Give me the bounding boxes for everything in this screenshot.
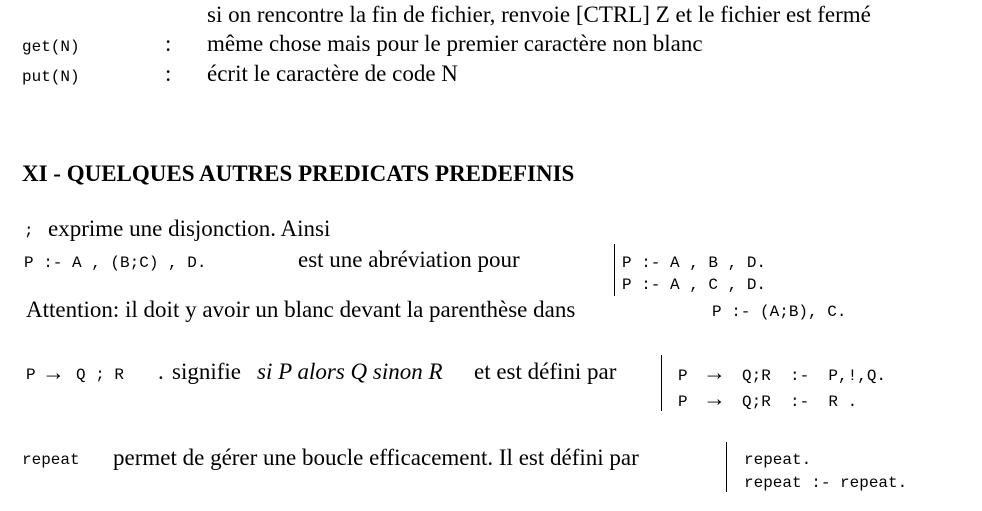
- disjunction-intro: exprime une disjonction. Ainsi: [48, 216, 331, 241]
- section-title: XI - QUELQUES AUTRES PREDICATS PREDEFINI…: [22, 161, 575, 186]
- ite-defined-text: et est défini par: [474, 359, 617, 384]
- continuation-line: si on rencontre la fin de fichier, renvo…: [207, 2, 871, 27]
- disjunction-example-code: P :- A , (B;C) , D.: [24, 254, 207, 272]
- ite-dot: .: [158, 359, 164, 384]
- ite-signifie: signifie: [172, 359, 241, 384]
- ite-arrow: →: [42, 360, 65, 385]
- ite-def-arrow-1: →: [703, 360, 726, 385]
- ite-code-rest: Q ; R: [76, 366, 125, 384]
- put-description: écrit le caractère de code N: [207, 61, 458, 86]
- definition-bar: [726, 442, 727, 492]
- definition-bar: [614, 244, 615, 296]
- repeat-description: permet de gérer une boucle efficacement.…: [113, 445, 639, 470]
- disjunction-abbrev-text: est une abréviation pour: [298, 247, 520, 272]
- definition-bar: [661, 355, 662, 411]
- ite-def-rest-2: Q;R :- R .: [742, 393, 858, 411]
- get-code: get(N): [22, 38, 80, 56]
- ite-def-head-1: P: [678, 367, 688, 385]
- ite-def-rest-1: Q;R :- P,!,Q.: [742, 367, 887, 385]
- expansion-line-2: P :- A , C , D.: [622, 276, 767, 294]
- disjunction-symbol: ;: [24, 222, 34, 240]
- put-separator: :: [165, 61, 172, 86]
- get-separator: :: [165, 31, 172, 56]
- expansion-line-1: P :- A , B , D.: [622, 254, 767, 272]
- ite-def-head-2: P: [678, 393, 688, 411]
- attention-code: P :- (A;B), C.: [712, 303, 847, 321]
- attention-text: Attention: il doit y avoir un blanc deva…: [26, 297, 576, 322]
- repeat-def-line-1: repeat.: [744, 451, 812, 469]
- ite-code-p: P: [26, 366, 36, 384]
- put-code: put(N): [22, 68, 80, 86]
- repeat-def-line-2: repeat :- repeat.: [744, 474, 908, 492]
- ite-def-arrow-2: →: [703, 386, 726, 411]
- ite-meaning: si P alors Q sinon R: [257, 359, 443, 384]
- repeat-code: repeat: [22, 451, 80, 469]
- get-description: même chose mais pour le premier caractèr…: [207, 31, 703, 56]
